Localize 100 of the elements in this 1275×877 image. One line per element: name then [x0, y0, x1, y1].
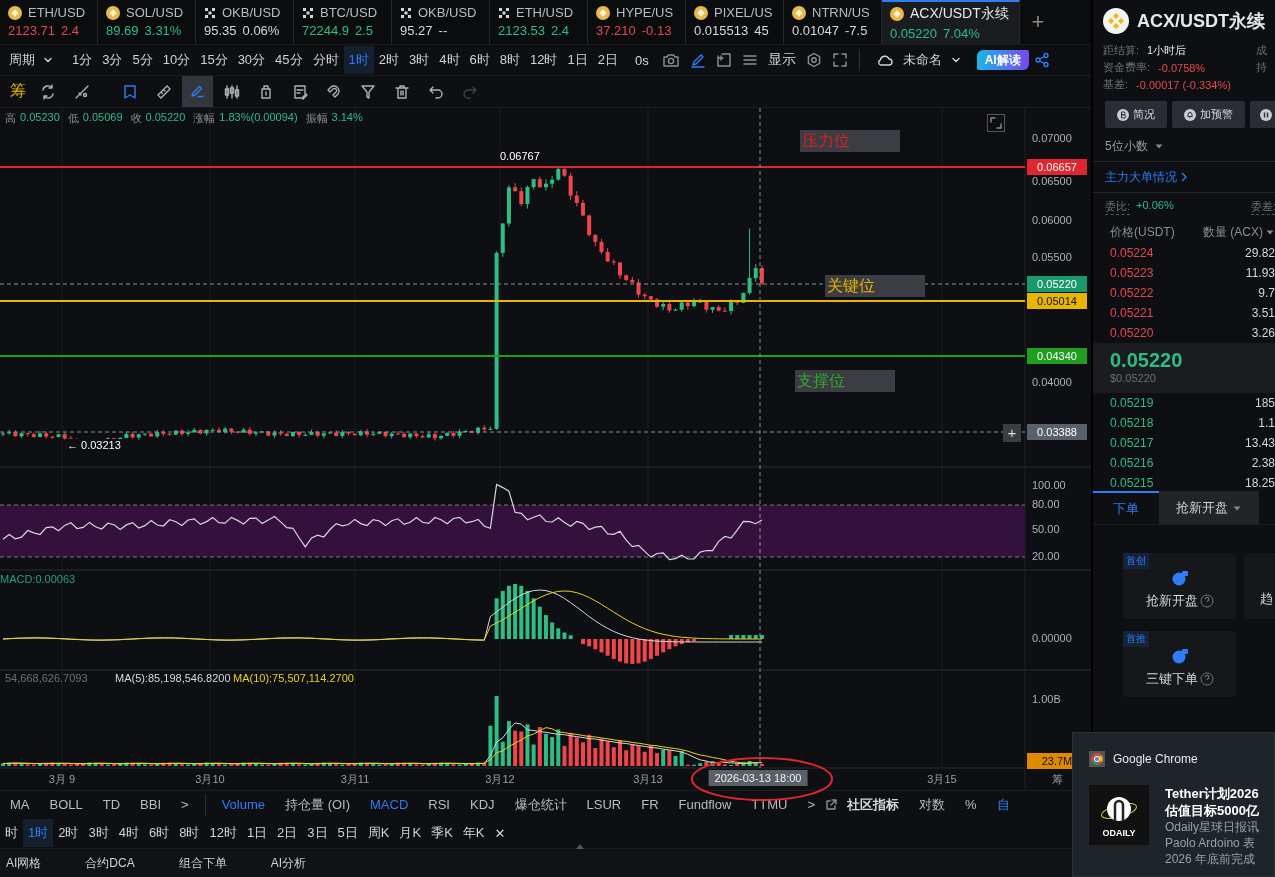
ohlc-value: 0.05069 — [82, 111, 123, 125]
annotation-label[interactable]: 支撑位 — [795, 370, 895, 392]
period-tab[interactable]: 1时 — [343, 46, 374, 74]
period-tab[interactable]: 周K — [362, 819, 395, 847]
period-tab[interactable]: 3时 — [404, 46, 435, 74]
log-scale-button[interactable]: 对数 — [909, 791, 956, 818]
period-tab[interactable]: 15分 — [195, 46, 233, 74]
period-tab[interactable]: 6时 — [464, 46, 495, 74]
indicator-tab[interactable]: RSI — [418, 791, 460, 818]
display-button[interactable]: 显示 — [762, 46, 801, 74]
indicator-tab[interactable]: MA — [0, 791, 40, 818]
indicator-tab[interactable]: Fundflow — [668, 791, 742, 818]
bid-quantity: 18.25 — [1244, 476, 1275, 490]
annotation-label[interactable]: 关键位 — [825, 275, 925, 297]
period-tab[interactable]: 3分 — [97, 46, 128, 74]
period-tab[interactable]: 6时 — [143, 819, 175, 847]
overview-button[interactable]: 简况 — [1105, 101, 1167, 128]
period-tab[interactable]: 5分 — [127, 46, 158, 74]
add-tab-button[interactable]: + — [1020, 0, 1056, 44]
contract-title: ACX/USDT永续 — [1137, 10, 1265, 33]
indicator-tab[interactable]: Volume — [211, 791, 276, 818]
ask-price: 0.05220 — [1110, 326, 1154, 340]
ticker-tab[interactable]: BTC/USD 72244.9 2.5 — [294, 0, 392, 44]
period-tab[interactable]: 2时 — [53, 819, 84, 847]
period-tab[interactable]: 年K — [457, 819, 490, 847]
alert-button[interactable]: 加预警 — [1172, 101, 1245, 128]
ai-button[interactable]: AI解读 — [976, 50, 1029, 70]
indicator-tab[interactable]: FR — [631, 791, 669, 818]
bottom-tab[interactable]: AI分析 — [270, 854, 307, 872]
period-tab[interactable]: 3时 — [83, 819, 114, 847]
ticker-tab[interactable]: ETH/USD 2123.71 2.4 — [0, 0, 98, 44]
indicator-tab[interactable]: KDJ — [460, 791, 505, 818]
ticker-tab[interactable]: OKB/USD 95.27 -- — [392, 0, 490, 44]
period-tab[interactable]: 12时 — [204, 819, 242, 847]
period-tab[interactable]: 1分 — [67, 46, 98, 74]
period-tab[interactable]: 分时 — [307, 46, 344, 74]
big-orders-link[interactable]: 主力大单情况 — [1105, 168, 1188, 186]
ticker-tab[interactable]: PIXEL/US 0.015513 45 — [686, 0, 784, 44]
period-tab[interactable]: 2日 — [272, 819, 303, 847]
decimals-dropdown[interactable]: 5位小数 — [1105, 137, 1164, 155]
auto-button[interactable]: 自 — [986, 791, 1020, 818]
bottom-tab[interactable]: 组合下单 — [178, 854, 227, 872]
period-tab[interactable]: 1日 — [562, 46, 593, 74]
ohlc-label: 收 — [130, 111, 142, 126]
period-tab[interactable]: 月K — [394, 819, 427, 847]
more-button[interactable]: > — [171, 791, 199, 818]
close-button[interactable]: ✕ — [489, 819, 511, 847]
period-tab[interactable]: 季K — [426, 819, 458, 847]
indicator-tab[interactable]: LSUR — [576, 791, 632, 818]
bottom-tab[interactable]: 合约DCA — [85, 854, 135, 872]
period-tab[interactable]: 10分 — [157, 46, 196, 74]
ask-price: 0.05224 — [1110, 246, 1154, 260]
period-tab[interactable]: 2时 — [373, 46, 405, 74]
more-button[interactable]: > — [797, 791, 826, 818]
notification-card[interactable]: Google Chrome ODAILY Tether计划2026 估值目标5000亿 Odaily星球日报讯 Paolo Ardoino 表 2026 年底前完成 — [1072, 732, 1275, 877]
percent-button[interactable]: % — [955, 791, 987, 818]
indicator-tab[interactable]: BOLL — [39, 791, 93, 818]
period-tab[interactable]: 3日 — [302, 819, 333, 847]
period-tab[interactable]: 2日 — [592, 46, 623, 74]
price-label: 0.05014 — [1027, 293, 1087, 309]
period-tab[interactable]: 30分 — [232, 46, 271, 74]
order-tab[interactable]: 抢新开盘 — [1159, 491, 1259, 524]
chip-button[interactable]: 筹 — [4, 81, 32, 102]
period-tab[interactable]: 45分 — [270, 46, 308, 74]
indicator-tab[interactable]: TD — [92, 791, 131, 818]
ticker-tab[interactable]: ETH/USD 2123.53 2.4 — [490, 0, 588, 44]
stat-label: 资金费率: — [1103, 60, 1151, 75]
add-alert-button[interactable]: + — [1003, 424, 1021, 442]
period-tab[interactable]: 1时 — [23, 819, 54, 847]
feature-card[interactable]: 首推 三键下单 — [1123, 631, 1236, 697]
period-tab[interactable]: 8时 — [174, 819, 205, 847]
ticker-tab[interactable]: ACX/USDT永续 0.05220 7.04% — [882, 0, 1020, 44]
indicator-tab[interactable]: MACD — [360, 791, 419, 818]
period-tab[interactable]: 4时 — [113, 819, 144, 847]
period-tab[interactable]: 时 — [0, 819, 23, 847]
layout-button[interactable]: 未命名 — [865, 46, 971, 74]
community-indicators-button[interactable]: 社区指标 — [837, 791, 910, 818]
indicator-tab[interactable]: TTMU — [741, 791, 798, 818]
bid-price: 0.05218 — [1110, 416, 1154, 430]
period-tab[interactable]: 5日 — [332, 819, 363, 847]
indicator-tab[interactable]: 持仓量 (OI) — [275, 791, 361, 818]
ticker-tab[interactable]: SOL/USD 89.69 3.31% — [98, 0, 196, 44]
period-tab[interactable]: 8时 — [494, 46, 525, 74]
ticker-tab[interactable]: HYPE/US 37.210 -0.13 — [588, 0, 686, 44]
ohlc-value: 0.05230 — [20, 111, 60, 125]
period-tab[interactable]: 12时 — [525, 46, 563, 74]
period-tab[interactable]: 4时 — [434, 46, 465, 74]
indicator-tab[interactable]: 爆仓统计 — [504, 791, 577, 818]
stat-label: 距结算: — [1103, 43, 1140, 58]
last-price: 0.05220 — [1110, 349, 1184, 372]
column-header[interactable]: 数量 (ACX) — [1203, 223, 1275, 241]
feature-card[interactable]: 趋 — [1244, 553, 1275, 619]
ticker-tab[interactable]: OKB/USD 95.35 0.06% — [196, 0, 294, 44]
axis-label: 100.00 — [1032, 479, 1066, 491]
indicator-tab[interactable]: BBI — [130, 791, 172, 818]
stat-label: 基差: — [1103, 77, 1129, 92]
period-tab[interactable]: 1日 — [241, 819, 273, 847]
feature-card[interactable]: 首创 抢新开盘 — [1123, 553, 1236, 619]
period-menu-button[interactable]: 周期 — [4, 46, 63, 74]
bottom-tab[interactable]: AI网格 — [6, 854, 42, 872]
